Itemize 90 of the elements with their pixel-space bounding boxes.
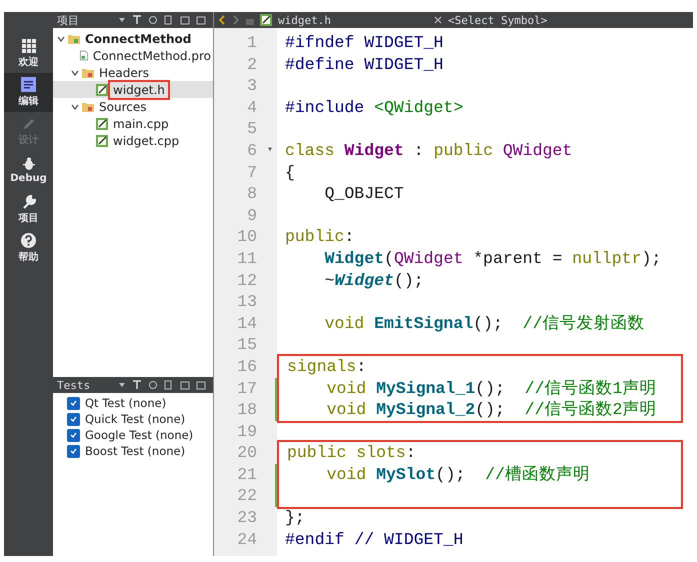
code-line: public: xyxy=(285,227,354,246)
tree-item[interactable]: ConnectMethod.pro xyxy=(53,47,213,64)
code-line: }; xyxy=(285,508,305,528)
line-number: 10 xyxy=(237,226,257,248)
pencil-icon xyxy=(22,116,36,130)
panel-title: 项目 xyxy=(57,12,80,28)
line-number: 15 xyxy=(237,334,257,356)
line-number: 12 xyxy=(237,270,257,292)
line-number: 16 xyxy=(237,356,257,378)
panel-title: Tests xyxy=(57,378,92,392)
mode-button[interactable]: 帮助 xyxy=(4,229,53,268)
grid-icon xyxy=(22,38,36,52)
line-number: 7 xyxy=(247,162,257,184)
mode-button[interactable]: Debug xyxy=(4,151,53,190)
mode-label: Debug xyxy=(10,173,47,184)
mode-label: 帮助 xyxy=(18,250,38,264)
test-label: Quick Test (none) xyxy=(85,412,186,426)
line-number: 9 xyxy=(247,204,257,226)
file-icon xyxy=(80,49,88,62)
code-line: void MySignal_1(); //信号函数1声明 xyxy=(326,378,656,398)
check-icon xyxy=(70,400,77,406)
file-icon xyxy=(96,134,108,146)
checkbox[interactable] xyxy=(67,396,80,410)
fold-marker[interactable]: ▾ xyxy=(266,140,273,162)
checkbox[interactable] xyxy=(67,412,80,426)
file-icon xyxy=(96,84,108,96)
tree-item[interactable]: Headers xyxy=(53,64,213,81)
code-line: { xyxy=(285,162,295,182)
line-number: 20 xyxy=(237,442,257,464)
line-number: 8 xyxy=(247,183,257,205)
line-number: 6 xyxy=(247,140,257,162)
bug-icon xyxy=(22,157,36,171)
tree-item[interactable]: widget.h xyxy=(53,81,213,98)
tree-item[interactable]: ConnectMethod xyxy=(53,30,213,47)
code-line: public slots: xyxy=(287,443,416,462)
mode-button[interactable]: 编辑 xyxy=(4,73,53,112)
line-number: 22 xyxy=(237,485,257,508)
mode-label: 项目 xyxy=(18,212,38,224)
tree-item[interactable]: Sources xyxy=(53,98,213,115)
code-line: #define WIDGET_H xyxy=(285,54,444,74)
code-line: Q_OBJECT xyxy=(324,184,404,204)
line-number: 19 xyxy=(237,420,257,442)
folder-icon xyxy=(82,102,94,112)
tree-item[interactable]: main.cpp xyxy=(53,115,213,132)
folder-icon xyxy=(68,34,80,44)
code-line: Widget(QWidget *parent = nullptr); xyxy=(324,248,662,268)
line-number: 21 xyxy=(237,464,257,486)
line-number: 3 xyxy=(247,75,257,97)
mode-label: 欢迎 xyxy=(18,55,38,68)
symbol-selector[interactable]: <Select Symbol> xyxy=(448,14,548,26)
line-number: 4 xyxy=(247,96,257,118)
check-icon xyxy=(70,432,77,438)
help-icon xyxy=(21,233,36,248)
line-number: 13 xyxy=(237,291,257,313)
line-number: 24 xyxy=(237,528,257,550)
mode-button[interactable]: 项目 xyxy=(4,190,53,229)
file-name[interactable]: widget.h xyxy=(278,14,428,26)
line-number: 14 xyxy=(237,312,257,334)
mode-label: 编辑 xyxy=(18,94,38,108)
line-number: 1 xyxy=(247,32,257,54)
check-icon xyxy=(70,416,77,422)
code-line: ~Widget(); xyxy=(324,270,424,290)
mode-button[interactable]: 欢迎 xyxy=(4,34,53,73)
document-icon xyxy=(21,77,36,92)
line-number: 17 xyxy=(237,378,257,400)
line-number: 2 xyxy=(247,54,257,76)
line-number: 5 xyxy=(247,118,257,140)
line-number: 18 xyxy=(237,399,257,421)
folder-icon xyxy=(82,68,94,78)
wrench-icon xyxy=(22,194,36,208)
code-line: #ifndef WIDGET_H xyxy=(285,33,444,52)
code-line: void MySlot(); //槽函数声明 xyxy=(326,464,590,484)
line-number: 11 xyxy=(237,248,257,270)
checkbox[interactable] xyxy=(67,428,80,442)
code-line: #include <QWidget> xyxy=(285,98,464,117)
test-label: Qt Test (none) xyxy=(85,396,166,410)
code-line: class Widget : public QWidget xyxy=(285,140,572,160)
line-number: 23 xyxy=(237,507,257,529)
close-icon[interactable] xyxy=(434,16,442,24)
check-icon xyxy=(70,448,77,454)
code-line: #endif // WIDGET_H xyxy=(285,530,464,549)
code-line: void MySignal_2(); //信号函数2声明 xyxy=(326,400,656,420)
test-label: Boost Test (none) xyxy=(85,444,186,458)
test-label: Google Test (none) xyxy=(85,428,194,442)
file-icon xyxy=(260,14,272,26)
code-line: void EmitSignal(); //信号发射函数 xyxy=(324,314,644,333)
code-line: signals: xyxy=(287,356,366,376)
file-icon xyxy=(96,118,108,130)
checkbox[interactable] xyxy=(67,444,80,458)
tree-item[interactable]: widget.cpp xyxy=(53,132,213,149)
